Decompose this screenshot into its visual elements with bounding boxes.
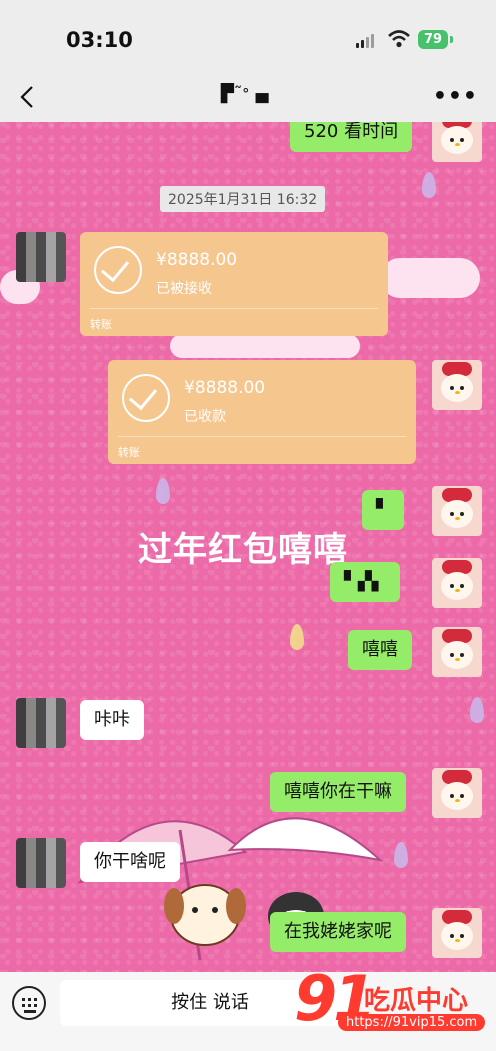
transfer-card-received[interactable]: ¥8888.00 已被接收 转账: [80, 232, 388, 336]
cloud-decoration: [170, 334, 360, 358]
chat-title: ▛˜ᐤ▗▖: [220, 84, 276, 104]
overlay-caption: 过年红包嘻嘻: [138, 530, 348, 570]
avatar[interactable]: [432, 558, 482, 608]
message-bubble-received[interactable]: 咔咔: [80, 700, 144, 740]
transfer-status: 已被接收: [156, 281, 212, 297]
message-timestamp: 2025年1月31日 16:32: [160, 186, 326, 212]
message-text: 你干啥呢: [94, 851, 166, 872]
message-bubble-sent[interactable]: ▘: [362, 490, 404, 530]
message-bubble-sent[interactable]: 嘻嘻: [348, 630, 412, 670]
avatar[interactable]: [432, 768, 482, 818]
status-time: 03:10: [66, 28, 133, 52]
transfer-amount: ¥8888.00: [184, 378, 266, 398]
transfer-divider: [90, 308, 378, 309]
message-text: ▘▞▖: [344, 571, 386, 592]
signal-icon: [356, 33, 378, 48]
message-bubble-received[interactable]: 你干啥呢: [80, 842, 180, 882]
watermark: 91 吃瓜中心 https://91vip15.com: [294, 962, 490, 1046]
message-text: 520 看时间: [304, 122, 399, 142]
transfer-card-sent[interactable]: ¥8888.00 已收款 转账: [108, 360, 416, 464]
message-text: 嘻嘻你在干嘛: [284, 781, 392, 802]
watermark-url: https://91vip15.com: [338, 1014, 486, 1031]
cloud-decoration: [380, 258, 480, 298]
chat-header: ▛˜ᐤ▗▖ •••: [0, 72, 496, 122]
raindrop-decoration: [470, 697, 484, 723]
transfer-amount: ¥8888.00: [156, 250, 238, 270]
avatar[interactable]: [16, 838, 66, 888]
message-bubble-sent[interactable]: ▘▞▖: [330, 562, 400, 602]
keyboard-icon[interactable]: [12, 986, 46, 1020]
avatar[interactable]: [432, 908, 482, 958]
avatar[interactable]: [432, 627, 482, 677]
message-bubble-sent[interactable]: 在我姥姥家呢: [270, 912, 406, 952]
check-circle-icon: [122, 374, 170, 422]
message-text: ▘: [376, 499, 390, 520]
transfer-status: 已收款: [184, 409, 226, 425]
raindrop-decoration: [290, 624, 304, 650]
status-bar: 03:10 79: [0, 0, 496, 72]
raindrop-decoration: [422, 172, 436, 198]
avatar[interactable]: [16, 232, 66, 282]
check-circle-icon: [94, 246, 142, 294]
battery-tip: [450, 36, 453, 43]
avatar[interactable]: [432, 486, 482, 536]
transfer-label: 转账: [118, 446, 140, 459]
message-bubble-sent[interactable]: 520 看时间: [290, 122, 413, 152]
message-text: 咔咔: [94, 709, 130, 730]
avatar[interactable]: [432, 122, 482, 162]
battery-level: 79: [418, 30, 448, 49]
message-text: 在我姥姥家呢: [284, 921, 392, 942]
avatar[interactable]: [16, 698, 66, 748]
message-bubble-sent[interactable]: 嘻嘻你在干嘛: [270, 772, 406, 812]
chat-area[interactable]: 520 看时间 2025年1月31日 16:32 ¥8888.00 已被接收 转…: [0, 122, 496, 972]
raindrop-decoration: [394, 842, 408, 868]
watermark-text: 吃瓜中心: [364, 986, 469, 1016]
transfer-divider: [118, 436, 406, 437]
raindrop-decoration: [156, 478, 170, 504]
ellipsis-icon[interactable]: •••: [433, 84, 478, 109]
avatar[interactable]: [432, 360, 482, 410]
wifi-icon: [388, 30, 410, 48]
transfer-label: 转账: [90, 318, 112, 331]
message-text: 嘻嘻: [362, 639, 398, 660]
